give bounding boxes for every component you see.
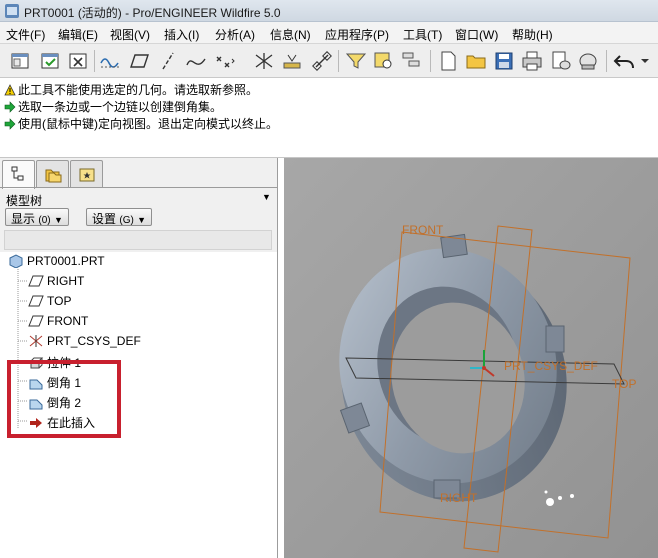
new-file-icon[interactable] <box>436 49 460 73</box>
save-icon[interactable] <box>492 49 516 73</box>
chevron-down-icon: ▼ <box>137 215 147 225</box>
tree-item-label: PRT0001.PRT <box>27 254 105 268</box>
message-text: 使用(鼠标中键)定向视图。退出定向模式以终止。 <box>18 117 278 131</box>
message-line: 选取一条边或一个边链以创建倒角集。 <box>4 98 222 114</box>
open-folder-icon[interactable] <box>464 49 488 73</box>
app-icon <box>5 4 19 18</box>
window-activate-icon[interactable] <box>38 49 62 73</box>
datum-curve-icon[interactable] <box>184 49 208 73</box>
undo-dropdown-icon[interactable] <box>638 49 652 73</box>
filter-select-icon[interactable] <box>344 49 368 73</box>
csys-tool-icon[interactable] <box>252 49 276 73</box>
front-plane-label: FRONT <box>402 223 444 237</box>
undo-icon[interactable] <box>612 49 636 73</box>
message-line: 此工具不能使用选定的几何。请选取新参照。 <box>4 81 258 97</box>
datum-plane-icon <box>28 315 44 327</box>
settings-button-shortcut: (G) <box>119 215 134 226</box>
tree-item-csys[interactable]: PRT_CSYS_DEF <box>28 334 141 352</box>
model-tree-title: 模型树 <box>6 194 43 208</box>
datum-plane-icon <box>28 295 44 307</box>
navigator-panel: 模型树 ▼ 显示 (0) ▼ 设置 (G) ▼ PRT0001.PRT RIGH… <box>0 158 278 558</box>
menu-bar: 文件(F) 编辑(E) 视图(V) 插入(I) 分析(A) 信息(N) 应用程序… <box>0 22 658 44</box>
tree-root-part[interactable]: PRT0001.PRT <box>8 254 105 272</box>
menu-applications[interactable]: 应用程序(P) <box>325 26 389 43</box>
tab-model-tree[interactable] <box>2 160 35 189</box>
tab-folder-browser[interactable] <box>36 160 69 187</box>
model-view: FRONT TOP RIGHT PRT_CSYS_DEF <box>284 158 658 558</box>
tree-item-right[interactable]: RIGHT <box>28 274 84 292</box>
tree-item-label: TOP <box>47 294 72 308</box>
arrow-right-icon <box>4 118 16 130</box>
toolbar <box>0 44 658 78</box>
folder-icon <box>45 169 62 183</box>
select-tree-icon[interactable] <box>400 49 424 73</box>
close-window-icon[interactable] <box>66 49 90 73</box>
window-title: PRT0001 (活动的) - Pro/ENGINEER Wildfire 5.… <box>24 6 281 20</box>
analysis-icon[interactable] <box>280 49 304 73</box>
message-area: 此工具不能使用选定的几何。请选取新参照。 选取一条边或一个边链以创建倒角集。 使… <box>0 78 658 158</box>
message-text: 此工具不能使用选定的几何。请选取新参照。 <box>18 83 259 97</box>
arrow-right-icon <box>4 101 16 113</box>
tree-filter-strip <box>4 230 272 250</box>
settings-button-label: 设置 <box>92 212 117 226</box>
tree-item-label: PRT_CSYS_DEF <box>47 334 141 348</box>
menu-edit[interactable]: 编辑(E) <box>58 26 98 43</box>
send-link-icon[interactable] <box>576 49 600 73</box>
tab-favorites[interactable] <box>70 160 103 187</box>
menu-file[interactable]: 文件(F) <box>6 26 45 43</box>
chevron-down-icon: ▼ <box>53 215 63 225</box>
annotation-highlight-box <box>7 360 121 438</box>
datum-plane-icon <box>28 275 44 287</box>
datum-axis-icon[interactable] <box>156 49 180 73</box>
csys-icon <box>29 335 43 347</box>
menu-help[interactable]: 帮助(H) <box>512 26 553 43</box>
warning-icon <box>4 84 16 96</box>
graphics-viewport[interactable]: FRONT TOP RIGHT PRT_CSYS_DEF <box>284 158 658 558</box>
send-mail-icon[interactable] <box>548 49 572 73</box>
tree-item-top[interactable]: TOP <box>28 294 71 312</box>
tree-item-label: FRONT <box>47 314 89 328</box>
tree-options-dropdown-icon[interactable]: ▼ <box>262 192 271 202</box>
favorites-icon <box>79 168 95 182</box>
part-icon <box>9 254 23 268</box>
top-plane-label: TOP <box>612 377 636 391</box>
menu-analysis[interactable]: 分析(A) <box>215 26 255 43</box>
find-icon[interactable] <box>372 49 396 73</box>
tree-item-front[interactable]: FRONT <box>28 314 88 332</box>
tree-item-label: RIGHT <box>47 274 85 288</box>
csys-label: PRT_CSYS_DEF <box>504 359 598 373</box>
menu-info[interactable]: 信息(N) <box>270 26 311 43</box>
menu-insert[interactable]: 插入(I) <box>164 26 199 43</box>
settings-button[interactable]: 设置 (G) ▼ <box>86 208 153 226</box>
print-icon[interactable] <box>520 49 544 73</box>
show-button-label: 显示 <box>11 212 36 226</box>
right-plane-label: RIGHT <box>440 491 478 505</box>
menu-view[interactable]: 视图(V) <box>110 26 150 43</box>
menu-window[interactable]: 窗口(W) <box>455 26 498 43</box>
menu-tools[interactable]: 工具(T) <box>403 26 442 43</box>
window-icon[interactable] <box>8 49 32 73</box>
model-tree-icon <box>11 166 24 181</box>
show-button-shortcut: (0) <box>38 215 51 226</box>
message-line: 使用(鼠标中键)定向视图。退出定向模式以终止。 <box>4 115 278 131</box>
sketch-icon[interactable] <box>98 49 122 73</box>
datum-point-icon[interactable] <box>212 49 236 73</box>
message-text: 选取一条边或一个边链以创建倒角集。 <box>18 100 223 114</box>
link-icon[interactable] <box>310 49 334 73</box>
title-bar: PRT0001 (活动的) - Pro/ENGINEER Wildfire 5.… <box>0 0 658 22</box>
datum-plane-tool-icon[interactable] <box>128 49 152 73</box>
show-button[interactable]: 显示 (0) ▼ <box>5 208 69 226</box>
